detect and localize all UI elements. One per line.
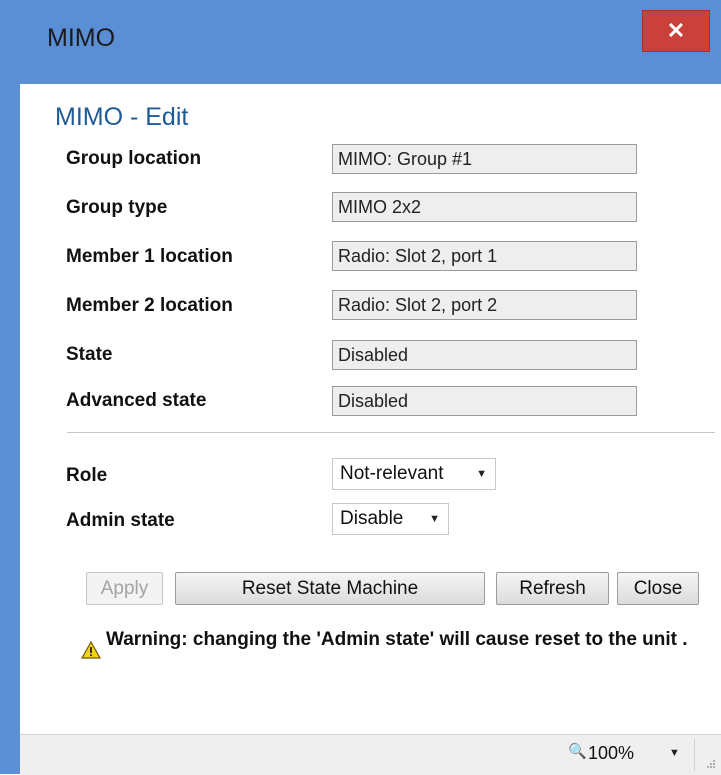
resize-grip-icon[interactable] bbox=[706, 759, 716, 769]
admin-state-select[interactable]: Disable ▼ bbox=[332, 503, 449, 535]
admin-state-selected-value: Disable bbox=[340, 508, 404, 529]
member2-location-field: Radio: Slot 2, port 2 bbox=[332, 290, 637, 320]
dialog-content: MIMO - Edit Group location MIMO: Group #… bbox=[20, 84, 721, 775]
warning-message: Warning: changing the 'Admin state' will… bbox=[106, 629, 688, 650]
chevron-down-icon: ▼ bbox=[476, 468, 487, 480]
role-label: Role bbox=[66, 465, 108, 486]
advanced-state-label: Advanced state bbox=[66, 390, 207, 411]
page-title: MIMO - Edit bbox=[55, 103, 189, 131]
section-divider bbox=[67, 432, 715, 433]
close-window-button[interactable]: ✕ bbox=[642, 10, 710, 52]
admin-state-label: Admin state bbox=[66, 510, 175, 531]
dialog-window: MIMO ✕ MIMO - Edit Group location MIMO: … bbox=[0, 0, 721, 775]
zoom-dropdown-icon[interactable]: ▼ bbox=[669, 747, 680, 759]
close-icon: ✕ bbox=[666, 18, 686, 43]
member1-location-field: Radio: Slot 2, port 1 bbox=[332, 241, 637, 271]
apply-button[interactable]: Apply bbox=[86, 572, 163, 605]
close-button[interactable]: Close bbox=[617, 572, 699, 605]
reset-state-machine-button[interactable]: Reset State Machine bbox=[175, 572, 485, 605]
zoom-in-icon[interactable]: 🔍 bbox=[568, 742, 587, 760]
zoom-level[interactable]: 100% bbox=[588, 743, 634, 764]
group-location-field: MIMO: Group #1 bbox=[332, 144, 637, 174]
advanced-state-field: Disabled bbox=[332, 386, 637, 416]
statusbar-separator bbox=[694, 739, 695, 771]
refresh-button[interactable]: Refresh bbox=[496, 572, 609, 605]
state-label: State bbox=[66, 344, 113, 365]
member1-location-label: Member 1 location bbox=[66, 246, 233, 267]
role-selected-value: Not-relevant bbox=[340, 463, 444, 484]
group-type-field: MIMO 2x2 bbox=[332, 192, 637, 222]
window-title: MIMO bbox=[47, 24, 116, 52]
title-bar: MIMO ✕ bbox=[0, 0, 721, 84]
status-bar: 🔍 100% ▼ bbox=[20, 734, 721, 775]
group-location-label: Group location bbox=[66, 148, 202, 169]
state-field: Disabled bbox=[332, 340, 637, 370]
member2-location-label: Member 2 location bbox=[66, 295, 233, 316]
chevron-down-icon: ▼ bbox=[429, 513, 440, 525]
warning-triangle-icon bbox=[81, 641, 101, 659]
group-type-label: Group type bbox=[66, 197, 168, 218]
role-select[interactable]: Not-relevant ▼ bbox=[332, 458, 496, 490]
